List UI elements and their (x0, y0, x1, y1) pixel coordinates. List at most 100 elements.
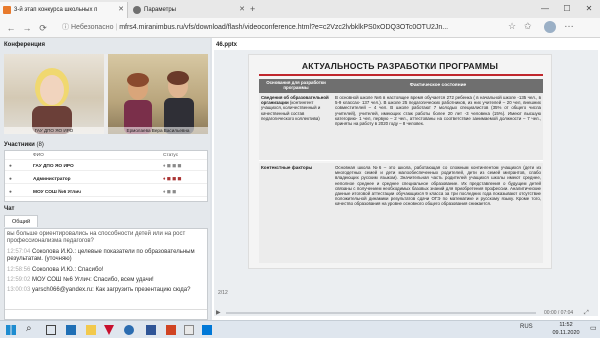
close-button[interactable]: ✕ (578, 0, 600, 18)
video-feed-ermolaeva: Ермолаева Вера Васильевна (108, 54, 208, 134)
player-bar: ▶ 00:00 / 07:04 ⤢ (214, 308, 598, 318)
edge-icon[interactable] (66, 325, 76, 335)
mic-icon[interactable]: ♦ ◼ ◼ (163, 188, 176, 197)
slide-table-fact: В основной школе №6 в настоящее время об… (335, 95, 541, 127)
browser-icon[interactable] (124, 325, 134, 335)
participant-name: Администратор (33, 177, 71, 182)
chat-message: 12:57:04 Соколова И.Ю.: целевые показате… (7, 249, 203, 263)
info-icon[interactable]: ⓘ (62, 24, 71, 31)
favorites-icon[interactable]: ✩ (524, 21, 532, 32)
user-icon: ● (9, 190, 12, 195)
chat-message: 12:58:56 Соколова И.Ю.: Спасибо! (7, 267, 203, 274)
tab-conference[interactable]: 3-й этап конкурса школьных п ✕ (0, 2, 128, 18)
chat-message-text: вы больше ориентировались на способности… (7, 231, 186, 244)
chat-message-text: yarsch066@yandex.ru: Как загрузить презе… (32, 287, 191, 293)
chat-message: 13:00:03 yarsch066@yandex.ru: Как загруз… (7, 287, 203, 294)
url-text: mfrs4.miranimbus.ru/vfs/download/flash/v… (119, 24, 449, 31)
slide-table-header: Основания для разработки программы Факти… (259, 79, 543, 93)
chat-time: 12:59:02 (7, 277, 31, 283)
tab-close-icon[interactable]: ✕ (118, 2, 124, 18)
address-bar[interactable]: ⓘ Небезопасно | mfrs4.miranimbus.ru/vfs/… (62, 20, 500, 36)
people-icon (124, 71, 194, 134)
slide-table-header-col2: Фактическое состояние (409, 83, 467, 88)
mic-icon[interactable]: ♦ ◼ ◼ ◼ (163, 162, 181, 171)
play-icon[interactable]: ▶ (216, 309, 221, 316)
tab-settings[interactable]: Параметры ✕ (130, 2, 248, 18)
participant-name: ГАУ ДПО ЯО ИРО (33, 164, 74, 169)
conference-header: Конференция (4, 42, 45, 48)
col-name: ФИО (33, 153, 44, 158)
forward-button[interactable]: → (20, 21, 34, 35)
task-view-icon[interactable] (46, 325, 56, 335)
chat-header: Чат (4, 206, 15, 212)
powerpoint-icon[interactable] (166, 325, 176, 335)
chat-input[interactable] (5, 309, 207, 319)
user-icon: ● (9, 164, 12, 169)
tab-title: 3-й этап конкурса школьных п (14, 7, 98, 13)
star-icon[interactable]: ☆ (508, 21, 516, 32)
chat-message-text: МОУ СОШ №6 Углич: Спасибо, всем удачи! (32, 277, 154, 283)
page-indicator: 2/12 (218, 290, 228, 296)
file-explorer-icon[interactable] (86, 325, 96, 335)
slide-table-basis: Контекстные факторы (261, 165, 329, 170)
video-label: Ермолаева Вера Васильевна (108, 127, 208, 134)
chat-message-text: Соколова И.Ю.: Спасибо! (32, 267, 104, 273)
user-icon: ● (9, 177, 12, 182)
browser-title-bar: 3-й этап конкурса школьных п ✕ Параметры… (0, 0, 600, 18)
new-tab-button[interactable]: + (250, 2, 255, 16)
yandex-icon[interactable] (104, 325, 114, 335)
chat-time: 12:57:04 (7, 249, 31, 255)
participant-row[interactable]: ● МОУ СОШ №6 Углич ♦ ◼ ◼ (5, 188, 207, 197)
participant-row[interactable]: ● ГАУ ДПО ЯО ИРО ♦ ◼ ◼ ◼ (5, 162, 207, 171)
participants-header: Участники (8) (4, 140, 44, 150)
app-icon[interactable] (184, 325, 194, 335)
presentation-file-name: 46.pptx (216, 42, 238, 48)
not-secure-label: Небезопасно (70, 24, 114, 31)
chat-time: 13:00:03 (7, 287, 31, 293)
slide-title-underline (259, 74, 543, 76)
taskbar: ⌕ RUS 11:52 09.11.2020 ▭ (0, 320, 600, 338)
word-icon[interactable] (146, 325, 156, 335)
tab-favicon-icon (3, 6, 11, 14)
fullscreen-icon[interactable]: ⤢ (584, 308, 589, 318)
participants-count: (8) (36, 142, 44, 148)
slide-table-row: Сведения об образовательной организации … (259, 93, 543, 161)
language-indicator[interactable]: RUS (520, 324, 533, 330)
player-progress[interactable] (226, 312, 536, 314)
maximize-button[interactable]: ☐ (556, 0, 578, 18)
slide-table-row: Контекстные факторы Основная школа №6 – … (259, 163, 543, 263)
clock[interactable]: 11:52 09.11.2020 (546, 321, 586, 337)
slide-table-basis: Сведения об образовательной организации … (261, 95, 329, 121)
chat-tab-general[interactable]: Общий (4, 215, 38, 227)
profile-avatar[interactable] (544, 21, 556, 33)
clock-date: 09.11.2020 (552, 330, 580, 336)
chat-time: 12:58:56 (7, 267, 31, 273)
chat-message: вы больше ориентировались на способности… (7, 231, 203, 245)
search-icon[interactable]: ⌕ (26, 323, 32, 334)
mic-icon[interactable]: ♦ ◼ ◼ ◼ (163, 175, 181, 184)
slide-table-basis-bold: Контекстные факторы (261, 165, 313, 170)
video-label: ГАУ ДПО ЯО ИРО (4, 127, 104, 134)
participants-table-header: ФИО Статус (5, 151, 207, 160)
player-time: 00:00 / 07:04 (544, 310, 574, 316)
reload-button[interactable]: ⟳ (36, 21, 50, 35)
gear-icon (133, 6, 141, 14)
chat-message-text: Соколова И.Ю.: целевые показатели по обр… (7, 249, 195, 262)
participant-name: МОУ СОШ №6 Углич (33, 190, 81, 195)
chat-message: 12:59:02 МОУ СОШ №6 Углич: Спасибо, всем… (7, 277, 203, 284)
participant-row[interactable]: ● Администратор ♦ ◼ ◼ ◼ (5, 175, 207, 184)
chat-messages: вы больше ориентировались на способности… (4, 228, 208, 320)
minimize-button[interactable]: — (534, 0, 556, 18)
back-button[interactable]: ← (4, 21, 18, 35)
start-button-icon[interactable] (6, 325, 16, 335)
col-status: Статус (163, 153, 179, 158)
person-icon (32, 68, 72, 134)
app-icon[interactable] (202, 325, 212, 335)
more-menu-icon[interactable]: … (564, 19, 574, 30)
notifications-icon[interactable]: ▭ (590, 324, 597, 332)
slide-table-header-col1: Основания для разработки программы (266, 80, 326, 90)
video-feed-iro: ГАУ ДПО ЯО ИРО (4, 54, 104, 134)
tab-title: Параметры (144, 7, 176, 13)
video-area: ГАУ ДПО ЯО ИРО Ермолаева Вера Васильевна (4, 54, 208, 134)
tab-close-icon[interactable]: ✕ (239, 2, 245, 18)
